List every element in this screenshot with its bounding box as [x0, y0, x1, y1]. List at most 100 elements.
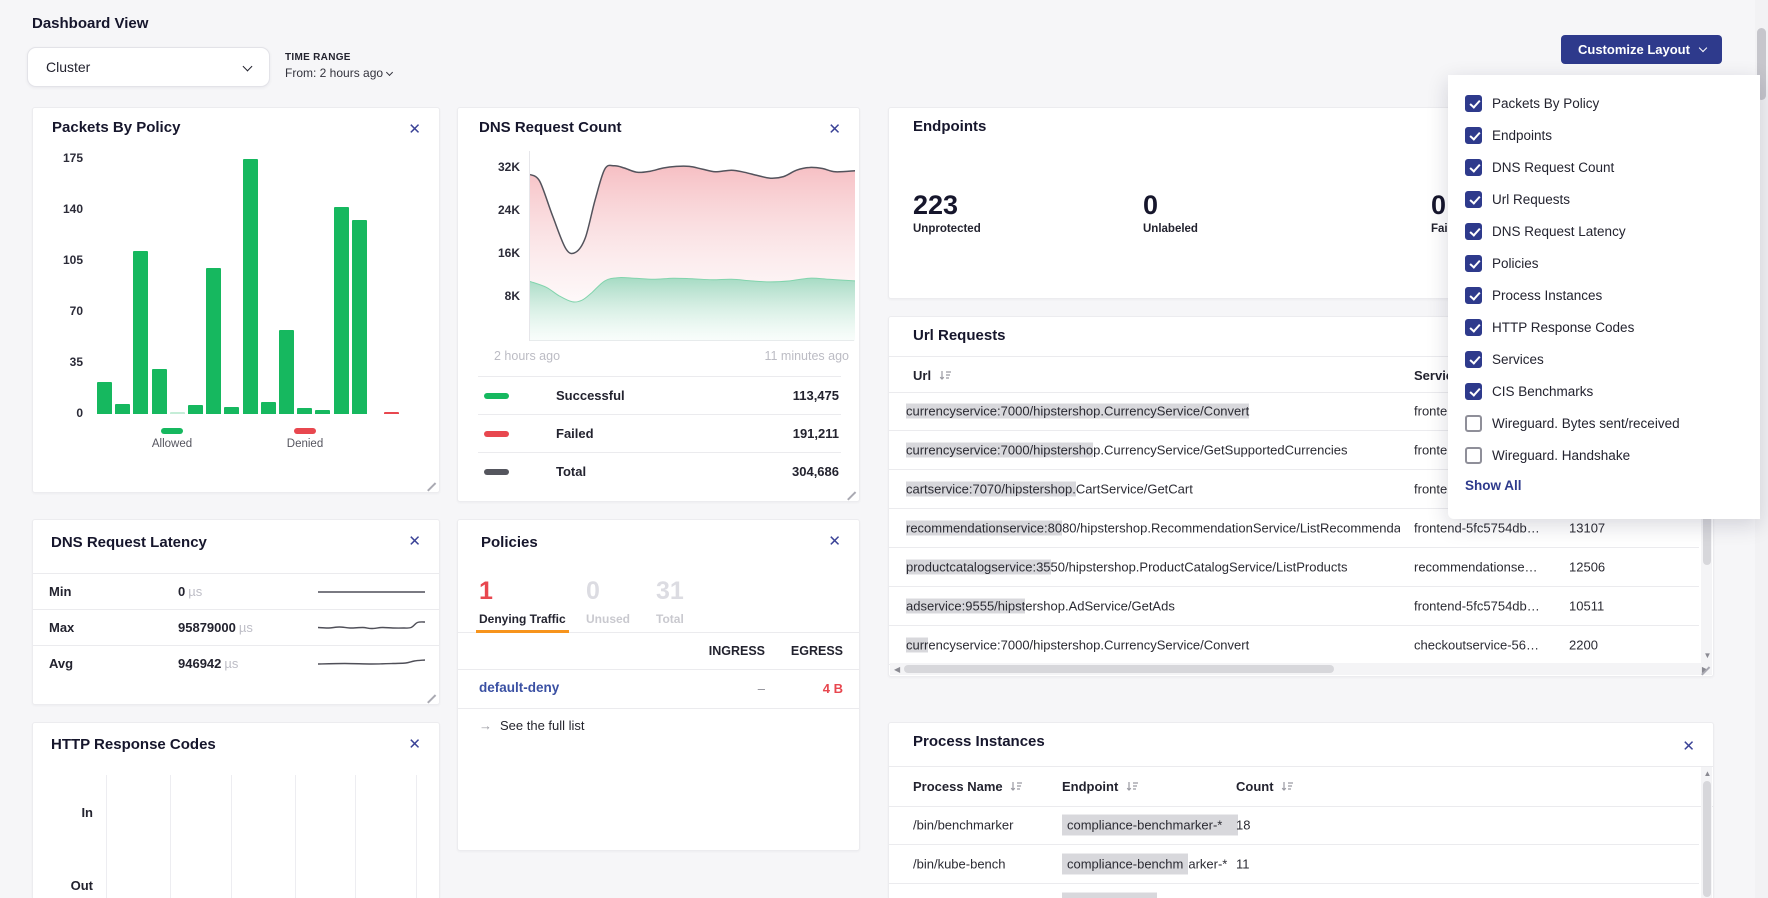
url-column-header[interactable]: Url — [913, 368, 952, 383]
customize-menu-item[interactable]: DNS Request Latency — [1465, 220, 1626, 242]
latency-value: 95879000µs — [178, 620, 253, 635]
time-range-value[interactable]: From: 2 hours ago — [285, 66, 392, 80]
menu-item-label: Process Instances — [1492, 288, 1602, 303]
scroll-right-arrow[interactable]: ▶ — [1702, 666, 1708, 674]
table-row: /bin/benchmarker compliance-benchmarker-*… — [889, 806, 1699, 845]
menu-item-label: Services — [1492, 352, 1544, 367]
panel-http-response-codes: HTTP Response Codes ✕ In Out — [32, 722, 440, 898]
endpoint-cell: compliance-benchmarker-* — [1062, 818, 1238, 833]
policy-tab-total[interactable]: 31Total — [656, 577, 684, 626]
checkbox-unchecked[interactable] — [1465, 415, 1482, 432]
allowed-bar — [297, 408, 312, 414]
panel-title: Policies — [481, 534, 538, 551]
checkbox-checked[interactable] — [1465, 319, 1482, 336]
denied-legend-label: Denied — [265, 438, 345, 450]
customize-menu-item[interactable]: Url Requests — [1465, 188, 1570, 210]
allowed-bar — [279, 330, 294, 415]
checkbox-checked[interactable] — [1465, 383, 1482, 400]
see-full-list-link[interactable]: →See the full list — [479, 718, 585, 733]
metric-value: 223 — [913, 190, 981, 221]
customize-menu-item[interactable]: Packets By Policy — [1465, 92, 1599, 114]
close-icon[interactable]: ✕ — [1682, 739, 1695, 754]
allowed-bar — [170, 412, 185, 414]
checkbox-checked[interactable] — [1465, 287, 1482, 304]
y-axis-label: 16K — [480, 246, 520, 260]
count-cell: 2200 — [1569, 638, 1598, 653]
customize-menu-item[interactable]: Process Instances — [1465, 284, 1602, 306]
checkbox-checked[interactable] — [1465, 159, 1482, 176]
checkbox-checked[interactable] — [1465, 127, 1482, 144]
panel-dns-request-latency: DNS Request Latency ✕ Min0µsMax95879000µ… — [32, 519, 440, 705]
scrollbar-thumb[interactable] — [1703, 781, 1711, 897]
checkbox-checked[interactable] — [1465, 95, 1482, 112]
service-cell: recommendationse… — [1414, 560, 1562, 575]
customize-menu-item[interactable]: Policies — [1465, 252, 1539, 274]
close-icon[interactable]: ✕ — [828, 122, 841, 137]
policy-tab-denying-traffic[interactable]: 1Denying Traffic — [479, 577, 566, 626]
vertical-scrollbar[interactable]: ▲ — [1701, 767, 1712, 898]
table-row: adservice:9555/hipstershop.AdService/Get… — [889, 587, 1699, 626]
packets-bar-chart — [33, 108, 439, 414]
customize-layout-button[interactable]: Customize Layout — [1561, 35, 1722, 64]
customize-menu-item[interactable]: HTTP Response Codes — [1465, 316, 1634, 338]
active-tab-underline — [476, 630, 569, 633]
arrow-right-icon: → — [479, 718, 492, 733]
url-cell: currencyservice:7000/hipstershop.Currenc… — [902, 401, 1400, 422]
row-label-out: Out — [47, 878, 93, 893]
customize-menu-item[interactable]: Wireguard. Handshake — [1465, 444, 1630, 466]
panel-title: DNS Request Count — [479, 119, 622, 136]
panel-title: Url Requests — [913, 327, 1006, 344]
customize-menu-item[interactable]: Endpoints — [1465, 124, 1552, 146]
legend-label: Failed — [556, 426, 594, 441]
y-axis-label: 8K — [480, 289, 520, 303]
checkbox-checked[interactable] — [1465, 255, 1482, 272]
scrollbar-thumb[interactable] — [904, 665, 1334, 673]
process-name-column-header[interactable]: Process Name — [913, 779, 1023, 794]
tab-label: Total — [656, 612, 684, 626]
denied-legend-swatch — [294, 428, 316, 434]
metric-label: Unlabeled — [1143, 223, 1198, 235]
menu-item-label: Wireguard. Handshake — [1492, 448, 1630, 463]
checkbox-checked[interactable] — [1465, 223, 1482, 240]
customize-menu-item[interactable]: Services — [1465, 348, 1544, 370]
count-column-header[interactable]: Count — [1236, 779, 1294, 794]
gridline — [416, 775, 417, 898]
menu-item-label: Wireguard. Bytes sent/received — [1492, 416, 1680, 431]
count-cell: 11 — [1236, 857, 1250, 872]
chevron-down-icon — [243, 62, 253, 72]
policy-link-default-deny[interactable]: default-deny — [479, 680, 559, 695]
sort-icon — [939, 370, 952, 381]
menu-item-label: Endpoints — [1492, 128, 1552, 143]
customize-menu-item[interactable]: CIS Benchmarks — [1465, 380, 1593, 402]
endpoint-cell: compliance-benchmarker-* — [1062, 857, 1227, 872]
close-icon[interactable]: ✕ — [828, 534, 841, 549]
customize-menu-item[interactable]: DNS Request Count — [1465, 156, 1614, 178]
panel-dns-request-count: DNS Request Count ✕ 8K16K24K32K — [457, 107, 860, 502]
process-name-cell: /bin/benchmarker — [913, 818, 1013, 833]
view-select[interactable]: Cluster — [27, 47, 270, 87]
checkbox-unchecked[interactable] — [1465, 447, 1482, 464]
menu-item-label: Packets By Policy — [1492, 96, 1599, 111]
gridline — [170, 775, 171, 898]
scroll-up-arrow[interactable]: ▲ — [1704, 770, 1712, 778]
horizontal-scrollbar[interactable]: ◀ ▶ — [890, 663, 1712, 675]
panel-policies: Policies ✕ 1Denying Traffic 0Unused 31Tota… — [457, 519, 860, 851]
latency-label: Min — [49, 584, 71, 599]
scroll-down-arrow[interactable]: ▼ — [1704, 652, 1712, 660]
customize-menu-item[interactable]: Wireguard. Bytes sent/received — [1465, 412, 1680, 434]
show-all-link[interactable]: Show All — [1465, 478, 1522, 493]
allowed-bar — [352, 220, 367, 414]
close-icon[interactable]: ✕ — [408, 534, 421, 549]
checkbox-checked[interactable] — [1465, 351, 1482, 368]
policy-tab-unused[interactable]: 0Unused — [586, 577, 630, 626]
scroll-left-arrow[interactable]: ◀ — [894, 666, 900, 674]
endpoint-metric: 223Unprotected — [913, 190, 981, 235]
allowed-legend-label: Allowed — [132, 438, 212, 450]
latency-sparkline — [318, 616, 425, 640]
gridline — [295, 775, 296, 898]
divider — [458, 708, 859, 709]
latency-label: Max — [49, 620, 74, 635]
endpoint-column-header[interactable]: Endpoint — [1062, 779, 1139, 794]
checkbox-checked[interactable] — [1465, 191, 1482, 208]
menu-item-label: DNS Request Latency — [1492, 224, 1626, 239]
